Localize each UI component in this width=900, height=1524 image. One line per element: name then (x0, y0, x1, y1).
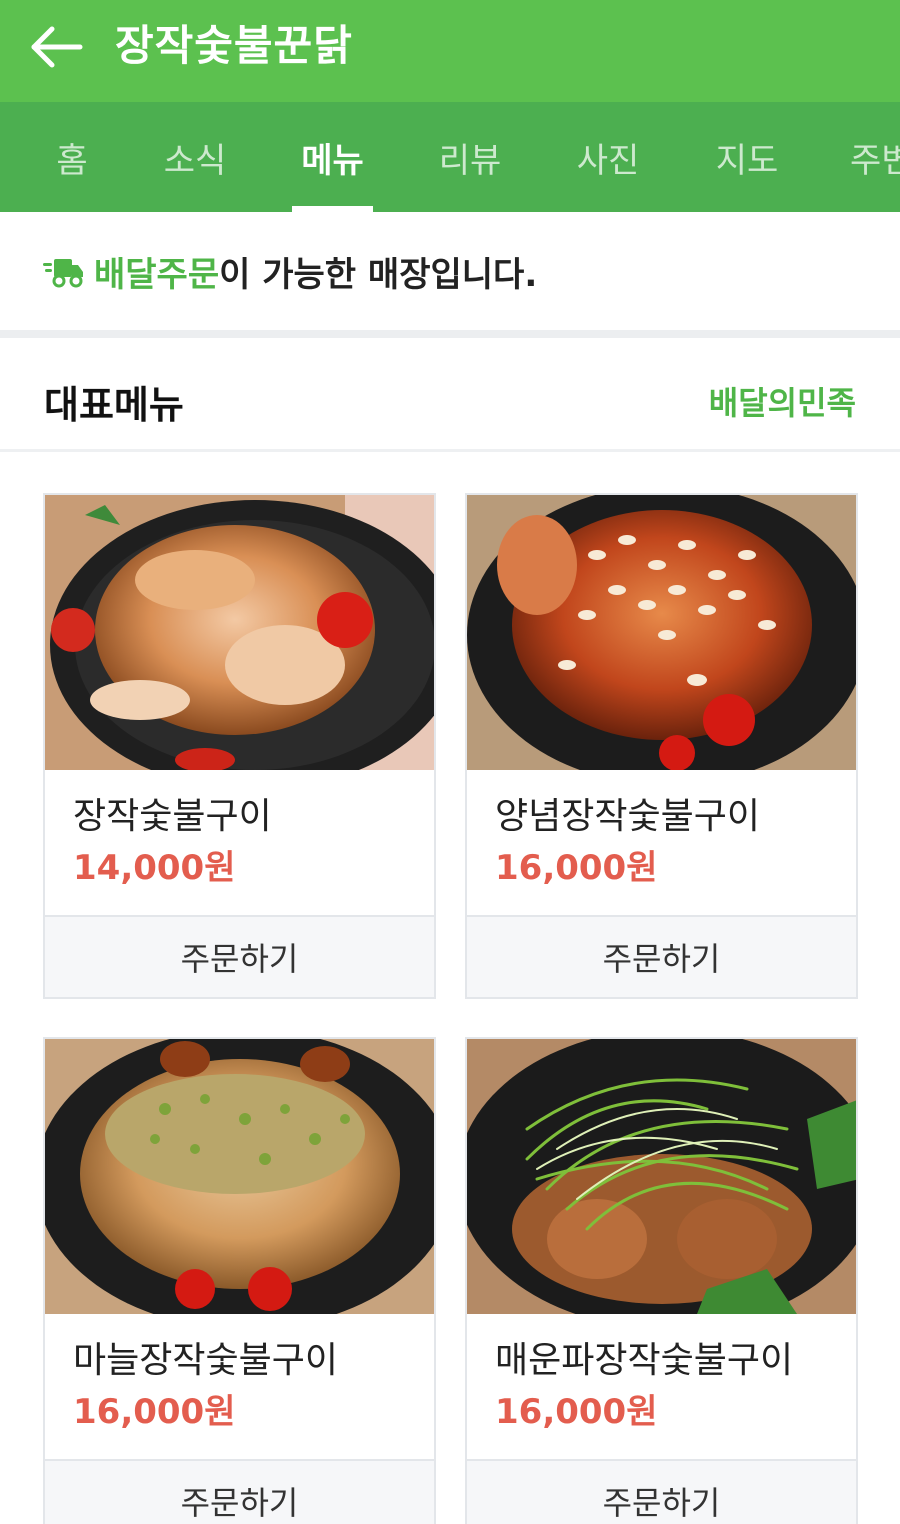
menu-price: 16,000원 (495, 848, 658, 888)
tab-news[interactable]: 소식 (150, 102, 240, 212)
menu-card[interactable]: 양념장작숯불구이 16,000원 주문하기 (465, 493, 858, 999)
order-button[interactable]: 주문하기 (467, 917, 856, 997)
menu-photo-grilled-chicken (45, 495, 434, 770)
notice-text: 이 가능한 매장입니다. (219, 254, 538, 295)
delivery-truck-icon (43, 259, 83, 288)
menu-photo-spicy-scallion-chicken (467, 1039, 856, 1314)
order-button[interactable]: 주문하기 (45, 1461, 434, 1524)
app-header: 장작숯불꾼닭 (0, 0, 900, 102)
back-arrow-icon[interactable] (28, 22, 88, 72)
tab-home[interactable]: 홈 (30, 102, 114, 212)
menu-card[interactable]: 마늘장작숯불구이 16,000원 주문하기 (43, 1037, 436, 1524)
menu-photo-seasoned-chicken (467, 495, 856, 770)
page-title: 장작숯불꾼닭 (115, 21, 353, 70)
menu-name: 마늘장작숯불구이 (73, 1340, 338, 1381)
menu-card[interactable]: 매운파장작숯불구이 16,000원 주문하기 (465, 1037, 858, 1524)
menu-price: 16,000원 (495, 1392, 658, 1432)
tab-menu[interactable]: 메뉴 (292, 102, 373, 212)
menu-card[interactable]: 장작숯불구이 14,000원 주문하기 (43, 493, 436, 999)
tab-photos[interactable]: 사진 (563, 102, 653, 212)
section-title: 대표메뉴 (44, 383, 184, 427)
menu-name: 장작숯불구이 (73, 796, 272, 837)
section-divider (0, 330, 900, 338)
menu-info: 마늘장작숯불구이 16,000원 (45, 1314, 434, 1461)
menu-photo-garlic-chicken (45, 1039, 434, 1314)
menu-name: 양념장작숯불구이 (495, 796, 760, 837)
tab-reviews[interactable]: 리뷰 (425, 102, 515, 212)
section-header: 대표메뉴 배달의민족 (0, 338, 900, 452)
order-button[interactable]: 주문하기 (45, 917, 434, 997)
menu-name: 매운파장작숯불구이 (495, 1340, 794, 1381)
tab-map[interactable]: 지도 (702, 102, 792, 212)
menu-price: 14,000원 (73, 848, 236, 888)
tab-nearby[interactable]: 주변 (850, 102, 900, 212)
menu-info: 매운파장작숯불구이 16,000원 (467, 1314, 856, 1461)
menu-price: 16,000원 (73, 1392, 236, 1432)
menu-info: 장작숯불구이 14,000원 (45, 770, 434, 917)
order-button[interactable]: 주문하기 (467, 1461, 856, 1524)
delivery-notice: 배달주문 이 가능한 매장입니다. (0, 212, 900, 330)
baemin-link[interactable]: 배달의민족 (709, 378, 856, 424)
delivery-order-text: 배달주문 (94, 254, 220, 295)
menu-info: 양념장작숯불구이 16,000원 (467, 770, 856, 917)
tab-bar: 홈 소식 메뉴 리뷰 사진 지도 주변 (0, 102, 900, 212)
